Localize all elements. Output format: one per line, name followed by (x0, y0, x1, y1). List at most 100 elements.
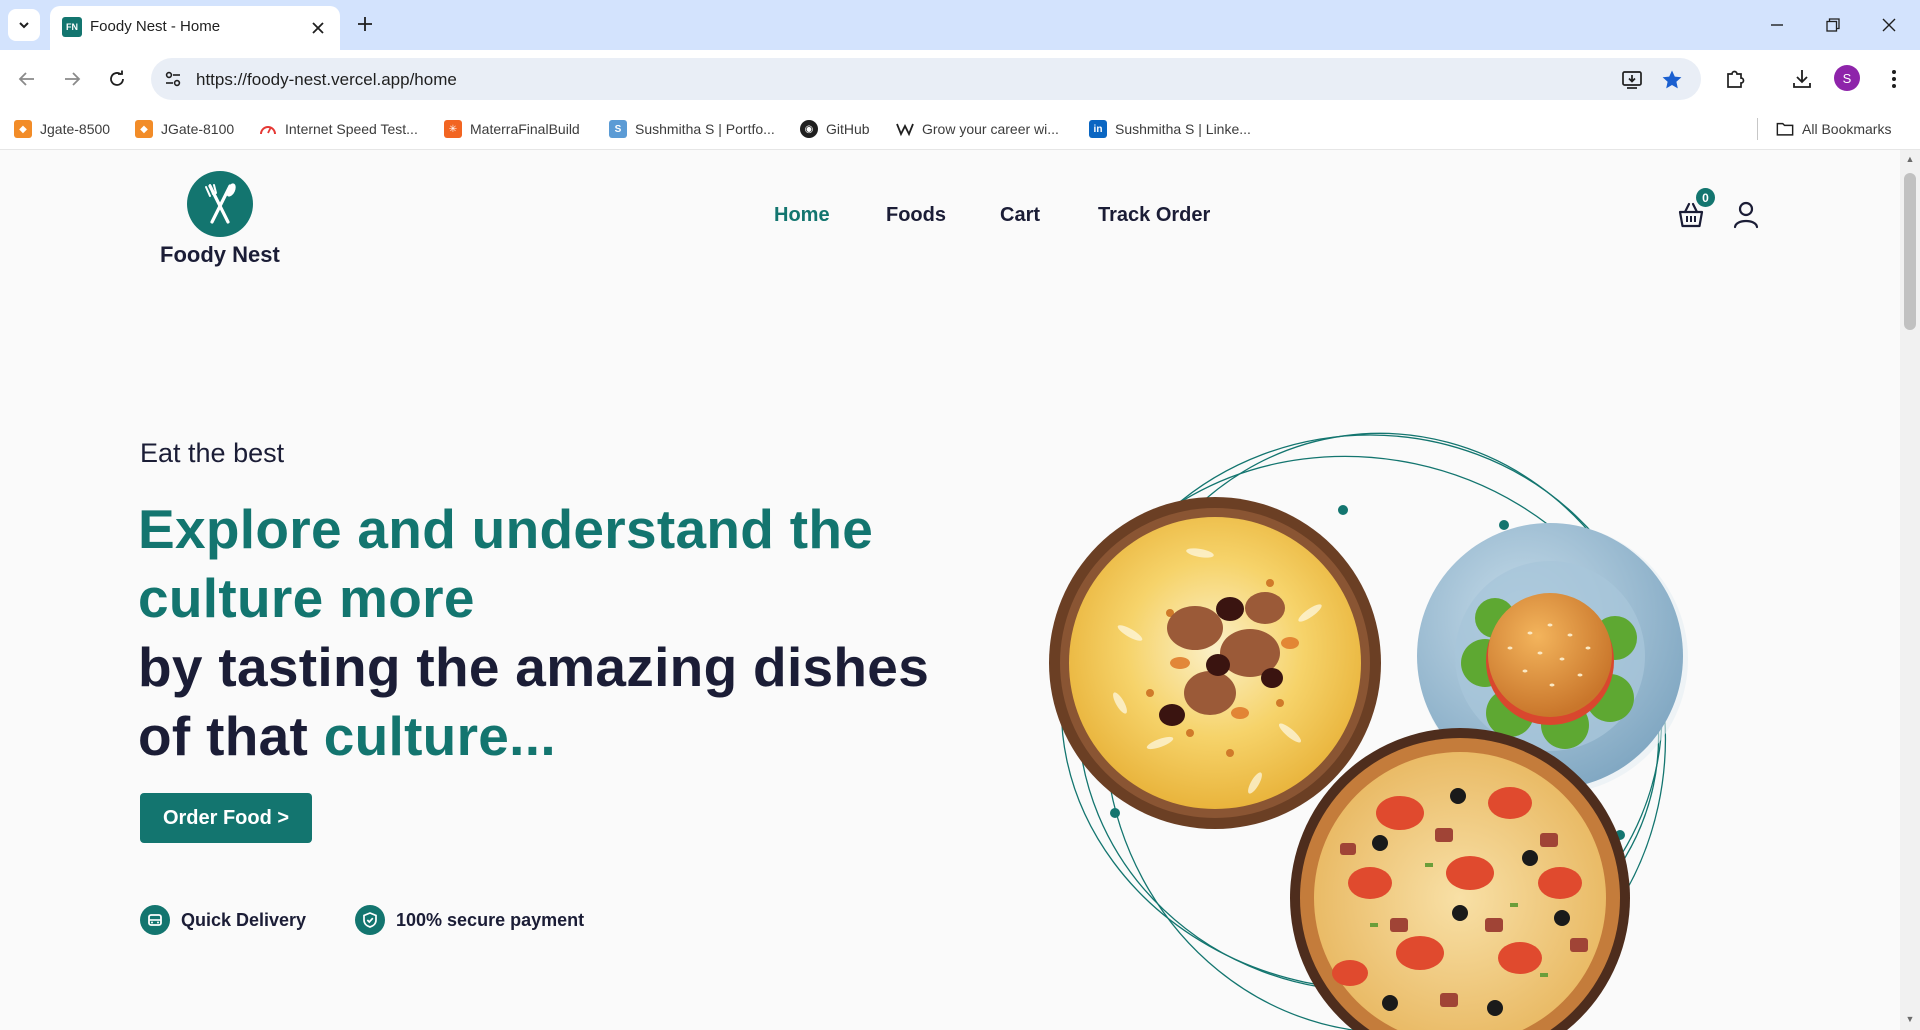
tab-close-button[interactable] (306, 16, 330, 40)
folder-icon (1776, 120, 1794, 138)
browser-menu-button[interactable] (1878, 63, 1910, 95)
tab-search-button[interactable] (8, 9, 40, 41)
hero-eyebrow: Eat the best (140, 438, 285, 468)
nav-foods[interactable]: Foods (886, 204, 946, 227)
headline-text: of that (138, 705, 324, 767)
arrow-right-icon (65, 72, 81, 86)
reload-button[interactable] (101, 63, 133, 95)
tab-title: Foody Nest - Home (90, 18, 221, 35)
downloads-button[interactable] (1786, 63, 1818, 95)
download-icon (1793, 70, 1811, 88)
orbit-dot (1499, 520, 1509, 530)
close-window-button[interactable] (1874, 10, 1904, 40)
install-app-button[interactable] (1619, 67, 1645, 93)
headline-line: culture more (138, 567, 475, 629)
hero-headline: Explore and understand the culture more … (138, 495, 938, 771)
bookmark-label: Jgate-8500 (40, 121, 111, 137)
feature-secure-payment: 100% secure payment (355, 905, 584, 935)
headline-highlight: culture... (323, 705, 556, 767)
scrollbar-thumb[interactable] (1904, 173, 1916, 330)
car-icon (140, 905, 170, 935)
bookmark-label: Internet Speed Test... (285, 121, 418, 137)
kebab-menu-icon (1892, 70, 1896, 88)
bookmark-label: GitHub (826, 121, 870, 137)
bookmark-item[interactable]: ◆ Jgate-8500 (14, 118, 110, 140)
close-icon (1882, 18, 1896, 32)
active-tab[interactable]: FN Foody Nest - Home (50, 6, 340, 50)
restore-icon (1826, 18, 1840, 32)
user-account-button[interactable] (1731, 199, 1761, 229)
asterisk-icon: ✳ (444, 120, 462, 138)
portfolio-s-icon: S (609, 120, 627, 138)
page-scrollbar[interactable]: ▲ ▼ (1900, 150, 1920, 1030)
plus-icon (358, 17, 372, 31)
arrow-left-icon (18, 72, 34, 86)
headline-line: by tasting the amazing dishes (138, 636, 930, 698)
user-icon (1733, 201, 1759, 229)
bookmark-favicon-icon: ◆ (135, 120, 153, 138)
back-button[interactable] (11, 63, 43, 95)
bookmark-item[interactable]: S Sushmitha S | Portfo... (609, 118, 775, 140)
fork-knife-icon (205, 183, 236, 224)
all-bookmarks-label: All Bookmarks (1802, 121, 1892, 137)
nav-track-order[interactable]: Track Order (1098, 204, 1210, 227)
profile-avatar[interactable]: S (1834, 65, 1860, 91)
bookmarks-divider (1757, 118, 1758, 140)
bookmark-label: JGate-8100 (161, 121, 235, 137)
bookmark-label: MaterraFinalBuild (470, 121, 580, 137)
url-text[interactable]: https://foody-nest.vercel.app/home (196, 70, 457, 90)
headline-line: Explore and understand the (138, 498, 874, 560)
bookmark-item[interactable]: ✳ MaterraFinalBuild (444, 118, 580, 140)
chevron-down-icon (19, 22, 29, 29)
bookmark-item[interactable]: ◉ GitHub (800, 118, 870, 140)
headline-line: of that culture... (138, 702, 938, 771)
bookmark-label: Grow your career wi... (922, 121, 1059, 137)
site-info-button[interactable] (161, 67, 185, 91)
install-icon (1622, 71, 1642, 89)
forward-button[interactable] (56, 63, 88, 95)
order-food-button[interactable]: Order Food > (140, 793, 312, 843)
address-bar[interactable]: https://foody-nest.vercel.app/home (151, 58, 1701, 100)
minimize-button[interactable] (1762, 10, 1792, 40)
bookmark-favicon-icon: ◆ (14, 120, 32, 138)
orbit-dot (1338, 505, 1348, 515)
speedometer-icon (259, 120, 277, 138)
scroll-down-arrow-icon[interactable]: ▼ (1905, 1014, 1915, 1024)
page-viewport: Foody Nest Home Foods Cart Track Order 0… (0, 150, 1900, 1030)
scroll-up-arrow-icon[interactable]: ▲ (1905, 154, 1915, 164)
nav-home[interactable]: Home (774, 204, 830, 227)
linkedin-icon: in (1089, 120, 1107, 138)
bookmark-star-button[interactable] (1659, 67, 1685, 93)
bookmark-label: Sushmitha S | Portfo... (635, 121, 775, 137)
shield-check-icon (355, 905, 385, 935)
bookmark-item[interactable]: ◆ JGate-8100 (135, 118, 234, 140)
close-icon (312, 22, 324, 34)
orbit-dot (1110, 808, 1120, 818)
cart-count-badge: 0 (1696, 188, 1715, 207)
feature-label: Quick Delivery (181, 909, 307, 930)
hero-food-illustration (1049, 432, 1688, 1030)
github-icon: ◉ (800, 120, 818, 138)
restore-button[interactable] (1818, 10, 1848, 40)
brand-logo[interactable] (187, 171, 253, 237)
nav-cart[interactable]: Cart (1000, 204, 1040, 227)
extensions-button[interactable] (1719, 63, 1751, 95)
bookmark-label: Sushmitha S | Linke... (1115, 121, 1251, 137)
bookmark-item[interactable]: Internet Speed Test... (259, 118, 418, 140)
tune-icon (165, 71, 181, 87)
browser-toolbar: https://foody-nest.vercel.app/home S (0, 50, 1920, 108)
bookmark-item[interactable]: in Sushmitha S | Linke... (1089, 118, 1251, 140)
minimize-icon (1771, 24, 1783, 26)
reload-icon (110, 70, 124, 86)
career-logo-icon (896, 120, 914, 138)
feature-quick-delivery: Quick Delivery (140, 905, 306, 935)
bookmark-item[interactable]: Grow your career wi... (896, 118, 1059, 140)
all-bookmarks-button[interactable]: All Bookmarks (1776, 118, 1891, 140)
biryani-plate (1049, 497, 1381, 829)
star-icon (1662, 70, 1682, 89)
site-favicon-icon: FN (62, 17, 82, 37)
puzzle-icon (1727, 70, 1745, 88)
bookmarks-bar: ◆ Jgate-8500 ◆ JGate-8100 Internet Speed… (0, 108, 1920, 150)
brand-name[interactable]: Foody Nest (160, 242, 280, 268)
new-tab-button[interactable] (351, 10, 379, 38)
